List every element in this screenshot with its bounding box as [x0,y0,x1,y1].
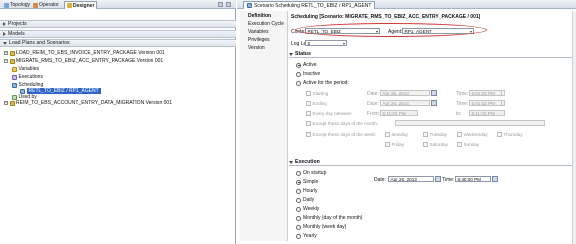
starting-date-field[interactable]: Apr 26, 2013 [380,90,430,96]
scenario-icon [9,58,15,64]
starting-time-label: Time: [456,91,469,97]
except-month-checkbox[interactable]: Except these days of the month: [306,121,378,126]
expand-toggle-icon[interactable]: + [4,51,8,55]
accordion-projects[interactable]: Projects [0,20,236,28]
ending-time-label: Time: [456,101,469,107]
nav-privileges[interactable]: Privileges [248,37,270,43]
except-week-checkbox[interactable]: Except these days of the week: [306,132,376,137]
from-time-field[interactable]: 6:11:02 PM [380,110,418,116]
page-title: Scheduling [Scenario: MIGRATE_RMS_TO_EBI… [291,14,481,20]
tree-item-reim-account[interactable]: + REIM_TO_EBS_ACCOUNT_ENTRY_DATA_MIGRATI… [4,100,172,106]
ending-date-label: Date: [367,101,379,107]
starting-time-field[interactable]: 6:01:02 PM [469,90,505,96]
tab-designer[interactable]: Designer [64,1,98,9]
collapse-icon [289,160,293,164]
variables-icon [12,66,17,72]
used-by-icon [12,94,17,100]
exec-date-label: Date: [374,177,386,183]
tree-item-reim-invoice[interactable]: + LOAD_REIM_TO_EBS_INVOICE_ENTRY_PACKAGE… [4,50,165,56]
loglevel-dropdown[interactable]: 5 [305,40,347,46]
schedule-icon [20,88,25,94]
except-month-field[interactable] [395,120,545,126]
operator-icon [33,2,38,8]
sunday-checkbox[interactable]: Sunday [457,142,479,147]
ending-checkbox[interactable]: Ending [306,101,327,106]
schedule-icon [247,3,252,8]
ending-time-field[interactable]: 6:01:02 PM [469,100,505,106]
tab-scenario-scheduling[interactable]: Scenario Scheduling RETL_TO_EBIZ / RP1_A… [243,1,376,9]
status-section-header[interactable]: Status [289,51,574,58]
tree-item-executions[interactable]: Executions [12,74,43,80]
scheduling-icon [12,82,17,88]
navigator-tab-bar: Topology Operator Designer [0,0,236,9]
tab-operator[interactable]: Operator [31,1,61,9]
every-day-checkbox[interactable]: Every day between [306,111,352,116]
executions-icon [12,74,17,80]
starting-date-label: Date: [367,91,379,97]
agent-label: Agent: [388,29,403,35]
scenario-icon [9,50,15,56]
time-spinner[interactable] [501,90,505,96]
exec-monthly-weekday-radio[interactable]: Monthly (week day) [296,224,346,230]
time-spinner[interactable] [501,100,505,106]
maximize-button[interactable] [226,2,231,7]
to-label: to: [456,111,462,117]
tree-item-migrate-rms[interactable]: − MIGRATE_RMS_TO_EBIZ_ACC_ENTRY_PACKAGE … [4,58,163,64]
accordion-models[interactable]: Models [0,30,236,38]
clock-icon[interactable] [492,176,498,182]
ending-date-field[interactable]: Apr 26, 2013 [380,100,430,106]
exec-weekly-radio[interactable]: Weekly [296,206,319,212]
execution-section-header[interactable]: Execution [289,159,574,166]
scenario-icon [9,100,15,106]
status-period-radio[interactable]: Active for the period: [296,80,349,86]
nav-definition[interactable]: Definition [248,13,271,19]
collapse-icon [3,41,7,45]
from-label: From: [367,111,381,117]
saturday-checkbox[interactable]: Saturday [423,142,448,147]
exec-time-label: Time: [442,177,455,183]
exec-monthly-day-radio[interactable]: Monthly (day of the month) [296,215,362,221]
exec-daily-radio[interactable]: Daily [296,197,314,203]
nav-version[interactable]: Version [248,45,265,51]
agent-dropdown[interactable]: RP1_AGENT [402,28,474,34]
exec-yearly-radio[interactable]: Yearly [296,233,317,239]
exec-hourly-radio[interactable]: Hourly [296,188,317,194]
tab-topology[interactable]: Topology [2,1,32,9]
calendar-icon[interactable] [431,90,437,96]
status-inactive-radio[interactable]: Inactive [296,71,320,77]
exec-time-field[interactable]: 6:40:00 PM [455,176,491,182]
accordion-load-plans[interactable]: Load Plans and Scenarios [0,39,236,47]
context-dropdown[interactable]: RETL_TO_EBIZ [305,28,380,34]
designer-icon [67,3,72,8]
exec-date-field[interactable]: Apr 26, 2013 [388,176,434,182]
nav-variables[interactable]: Variables [248,29,268,35]
collapse-icon [289,52,293,56]
topology-icon [4,2,9,8]
to-time-field[interactable]: 6:11:02 PM [469,110,505,116]
exec-simple-radio[interactable]: Simple [296,179,318,185]
calendar-icon[interactable] [431,100,437,106]
thursday-checkbox[interactable]: Thursday [497,132,523,137]
minimize-button[interactable] [218,2,223,7]
collapse-toggle-icon[interactable]: − [4,59,8,63]
calendar-icon[interactable] [435,176,441,182]
exec-on-startup-radio[interactable]: On startup [296,170,326,176]
expand-icon [3,32,6,36]
expand-toggle-icon[interactable]: + [4,101,8,105]
expand-icon [3,22,6,26]
tuesday-checkbox[interactable]: Tuesday [423,132,447,137]
friday-checkbox[interactable]: Friday [385,142,404,147]
status-active-radio[interactable]: Active [296,62,317,68]
nav-execution-cycle[interactable]: Execution Cycle [248,21,284,27]
tree-item-variables[interactable]: Variables [12,66,39,72]
monday-checkbox[interactable]: Monday [385,132,408,137]
wednesday-checkbox[interactable]: Wednesday [457,132,488,137]
vertical-scrollbar[interactable] [572,11,576,244]
starting-checkbox[interactable]: Starting [306,91,328,96]
